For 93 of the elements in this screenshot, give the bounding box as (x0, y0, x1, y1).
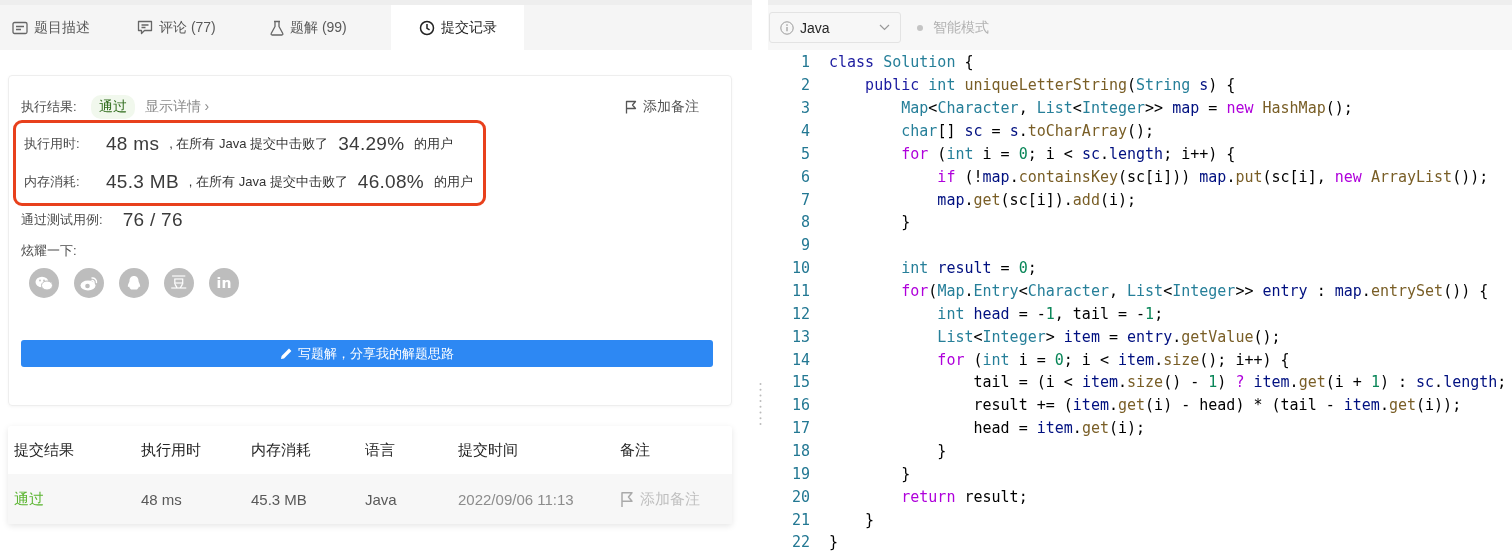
code-line: } (900, 464, 911, 483)
code-line: head = item.get(i); (972, 419, 1146, 438)
tab[interactable]: 评论 (77) (125, 5, 258, 50)
stat-label: 内存消耗: (24, 173, 81, 191)
stat-suffix: 的用户 (414, 135, 454, 153)
column-header: 语言 (365, 440, 396, 460)
line-number: 4 (799, 122, 811, 140)
code-line: } (864, 510, 875, 529)
stat-label: 执行用时: (24, 135, 81, 153)
code-line: List<Integer> item = entry.getValue(); (936, 327, 1281, 346)
code-line: } (829, 533, 839, 552)
stat-value: 45.3 MB (106, 171, 179, 193)
tab[interactable]: 提交记录 (391, 5, 524, 50)
line-number: 22 (790, 533, 811, 552)
line-number: 7 (799, 190, 811, 209)
line-number: 6 (799, 167, 811, 186)
line-number: 14 (790, 350, 811, 369)
result-label: 执行结果: (21, 98, 77, 116)
line-number: 20 (790, 487, 811, 506)
line-number: 18 (790, 442, 811, 461)
table-cell-text: Java (365, 490, 398, 508)
line-number: 15 (790, 373, 811, 392)
code-line: } (936, 442, 947, 461)
line-number: 2 (799, 76, 811, 95)
code-line: map.get(sc[i]).add(i); (936, 190, 1137, 209)
write-solution-button[interactable]: 写题解，分享我的解题思路 (21, 340, 713, 367)
chevron-down-icon (879, 24, 890, 31)
line-number: 9 (799, 236, 811, 255)
line-number: 17 (790, 419, 811, 438)
table-cell-text: 48 ms (141, 490, 183, 508)
stat-value: 48 ms (106, 133, 160, 155)
chat-bubbles-icon[interactable] (29, 268, 59, 298)
stat-percent: 46.08% (357, 171, 425, 193)
column-header: 执行用时 (141, 440, 202, 460)
card-icon (12, 20, 28, 35)
flask-icon (270, 19, 284, 36)
tab[interactable]: 题解 (99) (258, 5, 391, 50)
details-link[interactable]: 显示详情 › (144, 98, 210, 116)
line-number: 12 (790, 304, 811, 323)
tab[interactable]: 题目描述 (0, 5, 125, 50)
status-cell[interactable]: 通过 (14, 489, 141, 509)
line-number: 8 (799, 213, 811, 232)
line-number: 21 (790, 510, 811, 529)
stat-text: , 在所有 Java 提交中击败了 (188, 173, 348, 191)
line-number: 1 (799, 53, 811, 72)
info-icon (780, 20, 794, 35)
code-line: for (int i = 0; i < item.size(); i++) { (936, 350, 1290, 369)
flag-icon (625, 100, 637, 114)
code-line: return result; (900, 487, 1028, 506)
stat-percent: 34.29% (338, 133, 405, 155)
code-line: } (900, 213, 911, 232)
tests-value: 76 / 76 (122, 209, 183, 231)
column-header: 提交结果 (14, 440, 75, 460)
language-select[interactable]: Java (769, 12, 901, 43)
column-header: 备注 (620, 440, 651, 460)
stat-text: , 在所有 Java 提交中击败了 (169, 135, 329, 153)
penguin-icon[interactable] (119, 268, 149, 298)
line-number: 10 (790, 259, 811, 278)
status-badge: 通过 (90, 95, 135, 119)
code-line: tail = (i < item.size() - 1) ? item.get(i + 1) : sc.length; (972, 373, 1507, 392)
add-note-button[interactable]: 添加备注 (625, 98, 713, 116)
eye-swirl-icon[interactable] (74, 268, 104, 298)
table-cell-text: 2022/09/06 11:13 (458, 490, 575, 508)
speech-bubble-icon (137, 20, 153, 35)
line-number: 3 (799, 99, 811, 118)
line-number: 16 (790, 396, 811, 415)
code-line: result += (item.get(i) - head) * (tail - item.get(i)); (972, 396, 1462, 415)
code-line: for(Map.Entry<Character, List<Integer>> entry : map.entrySet()) { (900, 282, 1489, 300)
stat-suffix: 的用户 (434, 173, 474, 191)
tests-label: 通过测试用例: (21, 211, 103, 229)
column-header: 提交时间 (458, 440, 519, 460)
code-line: Map<Character, List<Integer>> map = new HashMap(); (900, 99, 1353, 118)
line-number: 13 (790, 327, 811, 346)
clock-icon (418, 19, 435, 36)
code-line: class Solution { (829, 53, 974, 72)
share-button[interactable]: in (209, 268, 239, 298)
line-number: 19 (790, 464, 811, 483)
code-line: for (int i = 0; i < sc.length; i++) { (900, 144, 1236, 163)
code-line: int head = -1, tail = -1; (936, 304, 1164, 323)
smart-mode-toggle[interactable]: 智能模式 (917, 18, 989, 37)
share-label: 炫耀一下: (21, 242, 78, 260)
share-button[interactable]: 豆 (164, 268, 194, 298)
line-number: 11 (790, 282, 811, 300)
pencil-icon (280, 347, 293, 360)
code-line: if (!map.containsKey(sc[i])) map.put(sc[i], new ArrayList()); (936, 167, 1489, 186)
drag-handle-icon (758, 381, 762, 426)
column-header: 内存消耗 (251, 440, 312, 460)
flag-icon (620, 490, 634, 508)
code-line: char[] sc = s.toCharArray(); (900, 122, 1155, 140)
code-line: public int uniqueLetterString(String s) { (864, 76, 1236, 95)
table-cell-text: 45.3 MB (251, 490, 308, 508)
line-number: 5 (799, 144, 811, 163)
code-line: int result = 0; (900, 259, 1037, 278)
